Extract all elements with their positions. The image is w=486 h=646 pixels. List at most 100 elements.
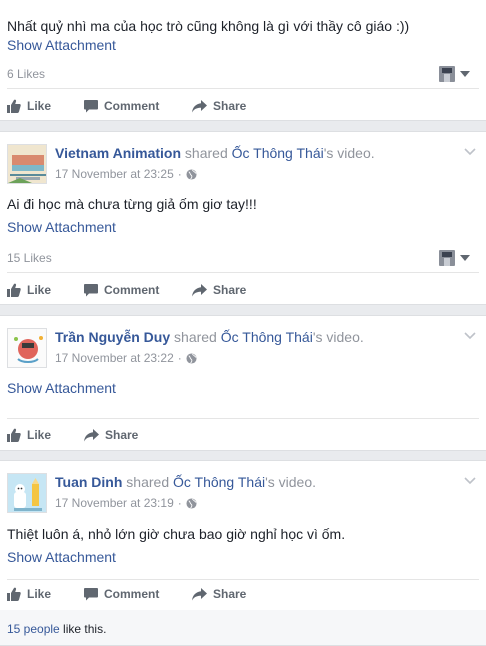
post-card-2: Vietnam Animation shared Ốc Thông Thái's… (0, 131, 486, 305)
viewer-selector[interactable] (439, 250, 470, 266)
share-label: Share (213, 99, 247, 113)
avatar[interactable] (7, 473, 47, 513)
comment-icon (84, 99, 98, 112)
vietnam-animation-logo (8, 145, 46, 183)
share-label: Share (213, 587, 247, 601)
like-button[interactable]: Like (7, 283, 84, 297)
share-label: Share (213, 283, 247, 297)
post-meta: 17 November at 23:22 · (55, 351, 197, 365)
shared-text: shared (126, 474, 170, 490)
video-suffix: 's video. (312, 329, 364, 345)
page-link[interactable]: Ốc Thông Thái (221, 329, 313, 345)
meta-separator: · (177, 496, 182, 510)
post-meta: 17 November at 23:25 · (55, 167, 197, 181)
avatar[interactable] (7, 144, 47, 184)
likes-footer: 15 people like this. (0, 610, 486, 646)
chevron-down-icon[interactable] (464, 332, 476, 340)
likes-people-link[interactable]: 15 people (7, 622, 60, 636)
globe-icon (186, 168, 197, 180)
page-link[interactable]: Ốc Thông Thái (232, 145, 324, 161)
caret-down-icon (460, 71, 470, 77)
comment-label: Comment (104, 587, 160, 601)
video-suffix: 's video. (265, 474, 317, 490)
post-header: Trần Nguyễn Duy shared Ốc Thông Thái's v… (55, 329, 364, 345)
author-name[interactable]: Trần Nguyễn Duy (55, 329, 170, 345)
likes-summary: 15 people like this. (7, 622, 106, 636)
globe-icon (186, 352, 197, 364)
like-button[interactable]: Like (7, 587, 84, 601)
divider (7, 418, 479, 419)
show-attachment-link[interactable]: Show Attachment (7, 380, 116, 396)
post-header: Vietnam Animation shared Ốc Thông Thái's… (55, 145, 375, 161)
post-header: Tuan Dinh shared Ốc Thông Thái's video. (55, 474, 316, 490)
like-label: Like (27, 283, 52, 297)
shared-text: shared (184, 145, 228, 161)
like-icon (7, 428, 21, 442)
post-card-4: Tuan Dinh shared Ốc Thông Thái's video. … (0, 460, 486, 610)
shared-text: shared (174, 329, 217, 345)
comment-button[interactable]: Comment (84, 587, 192, 601)
avatar[interactable] (7, 328, 47, 368)
post-text: Thiệt luôn á, nhỏ lớn giờ chưa bao giờ n… (7, 526, 346, 542)
globe-icon (186, 497, 197, 509)
post-card-3: Trần Nguyễn Duy shared Ốc Thông Thái's v… (0, 315, 486, 451)
post-text: Nhất quỷ nhì ma của học trò cũng không l… (7, 18, 410, 34)
meta-separator: · (177, 167, 182, 181)
like-label: Like (27, 428, 52, 442)
share-icon (192, 99, 207, 112)
comment-button[interactable]: Comment (84, 283, 192, 297)
timestamp[interactable]: 17 November at 23:25 (55, 167, 174, 181)
meta-separator: · (177, 351, 182, 365)
share-button[interactable]: Share (192, 283, 246, 297)
divider (7, 88, 479, 89)
like-button[interactable]: Like (7, 99, 84, 113)
divider (7, 272, 479, 273)
likes-count[interactable]: 15 Likes (7, 251, 52, 265)
post-actions: Like Comment Share (7, 97, 246, 115)
comment-icon (84, 587, 98, 600)
like-icon (7, 283, 21, 297)
share-label: Share (105, 428, 139, 442)
post-actions: Like Comment Share (7, 585, 246, 603)
post-card-1: Nhất quỷ nhì ma của học trò cũng không l… (0, 0, 486, 121)
chevron-down-icon[interactable] (464, 148, 476, 156)
video-suffix: 's video. (323, 145, 375, 161)
share-icon (192, 283, 207, 296)
post-text: Ai đi học mà chưa từng giả ốm giơ tay!!! (7, 196, 257, 212)
show-attachment-link[interactable]: Show Attachment (7, 37, 116, 53)
author-name[interactable]: Vietnam Animation (55, 145, 181, 161)
like-icon (7, 99, 21, 113)
timestamp[interactable]: 17 November at 23:19 (55, 496, 174, 510)
share-button[interactable]: Share (84, 428, 138, 442)
profile-avatar-illustration (8, 329, 46, 367)
comment-button[interactable]: Comment (84, 99, 192, 113)
likes-summary-suffix: like this. (59, 622, 107, 636)
caret-down-icon (460, 255, 470, 261)
post-meta: 17 November at 23:19 · (55, 496, 197, 510)
like-label: Like (27, 587, 52, 601)
comment-label: Comment (104, 283, 160, 297)
profile-avatar-illustration (8, 474, 46, 512)
author-name[interactable]: Tuan Dinh (55, 474, 122, 490)
share-button[interactable]: Share (192, 99, 246, 113)
share-icon (192, 587, 207, 600)
post-actions: Like Share (7, 426, 138, 444)
viewer-avatar (439, 66, 455, 82)
chevron-down-icon[interactable] (464, 477, 476, 485)
share-button[interactable]: Share (192, 587, 246, 601)
post-actions: Like Comment Share (7, 281, 246, 299)
viewer-avatar (439, 250, 455, 266)
share-icon (84, 428, 99, 441)
comment-label: Comment (104, 99, 160, 113)
like-icon (7, 587, 21, 601)
show-attachment-link[interactable]: Show Attachment (7, 219, 116, 235)
like-button[interactable]: Like (7, 428, 84, 442)
likes-count[interactable]: 6 Likes (7, 67, 45, 81)
viewer-selector[interactable] (439, 66, 470, 82)
page-link[interactable]: Ốc Thông Thái (173, 474, 265, 490)
timestamp[interactable]: 17 November at 23:22 (55, 351, 174, 365)
show-attachment-link[interactable]: Show Attachment (7, 549, 116, 565)
divider (7, 579, 479, 580)
like-label: Like (27, 99, 52, 113)
comment-icon (84, 283, 98, 296)
